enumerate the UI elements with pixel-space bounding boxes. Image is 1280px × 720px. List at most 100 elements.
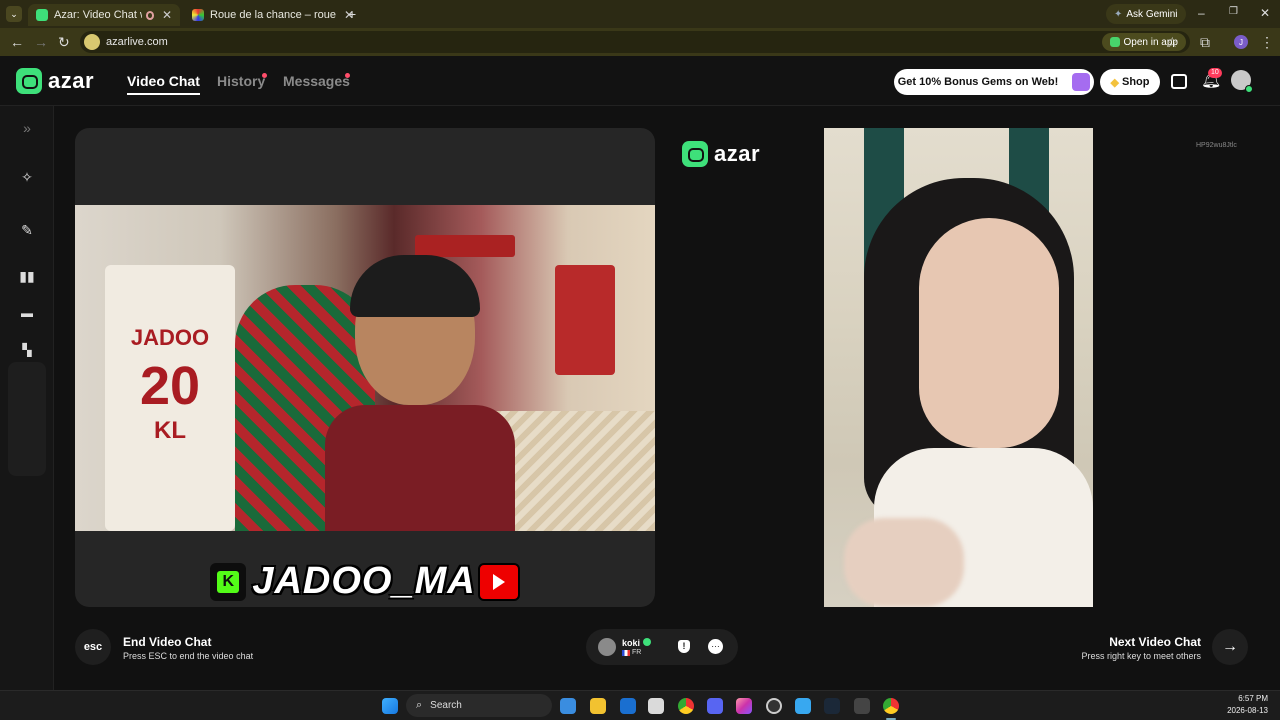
extensions-icon[interactable]: ⧉: [1200, 34, 1210, 51]
nav-video-chat[interactable]: Video Chat: [127, 73, 200, 95]
streamer-handle-overlay: K JADOO_MA: [75, 560, 655, 603]
notification-count-badge: 10: [1208, 68, 1222, 78]
kick-letter: K: [217, 570, 240, 593]
photos-icon[interactable]: [795, 698, 811, 714]
steam-icon[interactable]: [824, 698, 840, 714]
taskbar-search[interactable]: ⌕ Search: [406, 694, 552, 717]
address-bar-row: ← → ↻ azarlive.com Open in app ☆ ⧉ J ⋮: [0, 28, 1280, 56]
layout-side-by-side-icon[interactable]: ▮▮: [17, 266, 37, 286]
close-window-button[interactable]: ✕: [1260, 6, 1270, 20]
gift-icon: [1072, 73, 1091, 91]
streamer-handle: JADOO_MA: [252, 560, 476, 602]
discord-icon[interactable]: [707, 698, 723, 714]
jersey-number: 20: [139, 356, 201, 416]
remote-video-feed: [824, 128, 1093, 607]
center-azar-logo: azar: [682, 141, 760, 167]
close-tab-icon[interactable]: ✕: [162, 8, 172, 22]
taskbar-search-label: Search: [430, 700, 462, 711]
bonus-gems-label: Get 10% Bonus Gems on Web!: [897, 76, 1059, 88]
shirt: [325, 405, 515, 531]
wall-banner: [415, 235, 515, 257]
bonus-gems-button[interactable]: Get 10% Bonus Gems on Web!: [894, 69, 1094, 95]
magic-wand-icon[interactable]: ✧: [17, 167, 37, 187]
reload-icon[interactable]: ↻: [58, 34, 70, 51]
messages-notification-dot: [345, 73, 350, 78]
chat-icon[interactable]: …: [708, 639, 723, 654]
profile-avatar[interactable]: J: [1234, 35, 1248, 49]
partner-avatar[interactable]: [598, 638, 616, 656]
back-icon[interactable]: ←: [10, 34, 24, 50]
tab-title: Roue de la chance – roue aléat: [210, 9, 336, 21]
azar-logo[interactable]: azar: [16, 68, 94, 94]
next-chat-button[interactable]: →: [1212, 629, 1248, 665]
tab-roue[interactable]: Roue de la chance – roue aléat ✕: [184, 4, 364, 26]
sidebar: » ✧ ✎ ▮▮ ▬ ▚: [0, 106, 54, 690]
layout-switcher: [8, 362, 46, 476]
remote-user-id: HP92wu8Jtlc: [1196, 142, 1237, 149]
file-explorer-icon[interactable]: [590, 698, 606, 714]
forward-icon[interactable]: →: [34, 34, 48, 50]
logo-text: azar: [48, 68, 95, 93]
youtube-icon: [477, 562, 520, 601]
app-header: azar Video Chat History Messages Get 10%…: [0, 56, 1280, 106]
report-icon[interactable]: !: [678, 640, 690, 653]
nav-messages[interactable]: Messages: [283, 73, 350, 89]
kick-icon: K: [210, 562, 247, 601]
next-chat-title: Next Video Chat: [1109, 635, 1201, 649]
browser-tab-bar: ⌄ Azar: Video Chat with New ✕ Roue de la…: [0, 0, 1280, 28]
partner-info-bar: koki FR ! …: [586, 629, 738, 665]
tab-title: Azar: Video Chat with New: [54, 9, 142, 21]
partner-name: koki: [622, 638, 641, 648]
recording-icon: [145, 10, 154, 20]
capture-icon[interactable]: [854, 698, 870, 714]
azar-logo-icon: [16, 68, 42, 94]
gem-icon: ◆: [1110, 76, 1119, 89]
instagram-icon[interactable]: [736, 698, 752, 714]
chrome-active-icon[interactable]: [883, 698, 899, 714]
bookmark-star-icon[interactable]: ☆: [1166, 34, 1179, 51]
search-icon: ⌕: [416, 699, 423, 711]
clock-time[interactable]: 6:57 PM: [1226, 694, 1268, 703]
shop-button[interactable]: ◆ Shop: [1100, 69, 1160, 95]
france-flag-icon: [622, 649, 630, 656]
store-icon[interactable]: [648, 698, 664, 714]
layout-stacked-icon[interactable]: ▬: [17, 303, 37, 323]
url-field[interactable]: azarlive.com Open in app: [80, 31, 1190, 53]
obs-icon[interactable]: [766, 698, 782, 714]
jersey-name: JADOO: [130, 325, 210, 350]
azar-logo-icon: [682, 141, 708, 167]
clock-date[interactable]: 2026-08-13: [1218, 706, 1268, 715]
center-logo-text: azar: [714, 141, 761, 166]
nav-history[interactable]: History: [217, 73, 265, 89]
remote-face: [919, 218, 1059, 448]
edit-icon[interactable]: ✎: [17, 220, 37, 240]
end-chat-hint: Press ESC to end the video chat: [123, 651, 254, 661]
inbox-icon[interactable]: [1171, 74, 1187, 89]
chrome-icon[interactable]: [678, 698, 694, 714]
remote-hand: [844, 518, 964, 607]
restore-button[interactable]: ❐: [1229, 6, 1238, 17]
minimize-button[interactable]: –: [1198, 6, 1205, 20]
tab-azar[interactable]: Azar: Video Chat with New ✕: [28, 4, 180, 26]
partner-country-code: FR: [632, 649, 642, 656]
verified-icon: [643, 638, 651, 646]
partner-country: FR: [622, 649, 641, 656]
azar-favicon-icon: [36, 9, 48, 21]
end-chat-title: End Video Chat: [123, 635, 212, 649]
online-status-dot: [1245, 85, 1253, 93]
outlook-icon[interactable]: [620, 698, 636, 714]
wheel-favicon-icon: [192, 9, 204, 21]
esc-button[interactable]: esc: [75, 629, 111, 665]
layout-grid-icon[interactable]: ▚: [17, 340, 37, 360]
expand-sidebar-icon[interactable]: »: [17, 118, 37, 138]
jersey-image: JADOO 20 KL: [105, 265, 235, 531]
widgets-icon[interactable]: [560, 698, 576, 714]
next-chat-hint: Press right key to meet others: [1081, 651, 1201, 661]
ask-gemini-button[interactable]: ✦ Ask Gemini: [1106, 4, 1186, 24]
site-info-icon[interactable]: [84, 34, 100, 50]
streamer-image: [235, 255, 515, 531]
tab-search-dropdown[interactable]: ⌄: [6, 6, 22, 22]
windows-start-icon[interactable]: [382, 698, 398, 714]
new-tab-button[interactable]: +: [348, 6, 356, 22]
browser-menu-icon[interactable]: ⋮: [1260, 34, 1274, 51]
